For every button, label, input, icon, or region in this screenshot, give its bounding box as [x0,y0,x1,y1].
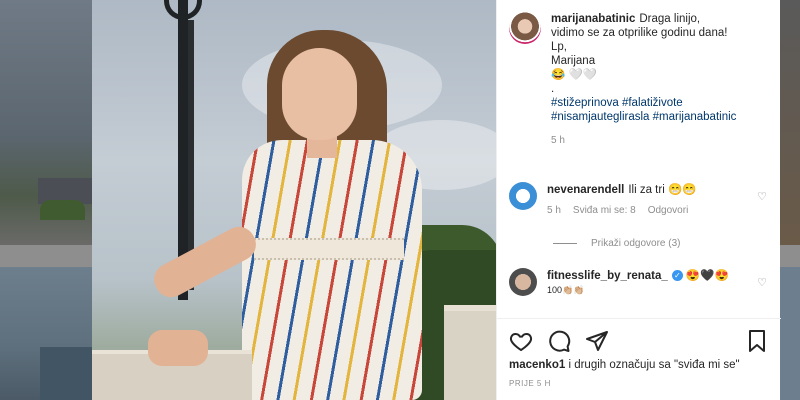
caption-line: vidimo se za otprilike godinu dana! [551,27,728,39]
comment-username[interactable]: nevenarendell [547,184,624,196]
post-photo[interactable] [92,0,496,400]
replies-line [553,243,577,244]
bookmark-icon[interactable] [745,329,769,353]
background-post-thumbnail[interactable] [0,267,92,400]
caption-line: . [551,83,555,95]
post-side-panel: marijanabatinic Draga linijo, vidimo se z… [496,0,781,400]
caption-line: 😂 🤍🤍 [551,69,598,81]
comment-text: 😍🖤😍 [685,270,729,282]
heart-icon[interactable] [509,329,533,353]
caption-line: Lp, [551,41,567,53]
thumbnail-plant [40,200,85,220]
post-timestamp[interactable]: 5 h [551,134,768,148]
post-caption-block: marijanabatinic Draga linijo, vidimo se z… [497,0,780,148]
thumbnail-sea [40,347,92,400]
caption-line: Draga linijo, [639,13,701,25]
avatar[interactable] [509,12,541,44]
comment-icon[interactable] [547,329,571,353]
woman-face [282,48,357,140]
caption: marijanabatinic Draga linijo, vidimo se z… [551,12,768,148]
comment-username[interactable]: fitnesslife_by_renata_ [547,270,668,282]
posted-ago[interactable]: PRIJE 5 H [509,379,551,388]
likes-username[interactable]: macenko1 [509,359,565,371]
view-replies-label: Prikaži odgovore (3) [591,238,681,249]
dress-lace-belt [254,238,404,260]
comment-heart-icon[interactable]: ♡ [757,276,767,289]
hashtags: #nisamjauteglirasla #marijanabatinic [551,110,768,124]
hashtag-link[interactable]: #falatiživote [622,97,683,109]
verified-badge-icon: ✓ [671,270,683,282]
comment: nevenarendell Ili za tri 😁😁 5 h Sviđa mi … [509,182,771,216]
comment-text: Ili za tri 😁😁 [628,184,697,196]
comment: fitnesslife_by_renata_ ✓ 😍🖤😍 100👏🏼👏🏼 ♡ [509,268,771,296]
iron-pole-ornament [164,0,202,20]
hashtag-link[interactable]: #stižeprinova [551,97,619,109]
caption-line: Marijana [551,55,596,67]
post-actions: macenko1 i drugih označuju sa "sviđa mi … [497,318,781,400]
likes-text: i drugih označuju sa "sviđa mi se" [565,359,740,371]
comment-meta: 5 h Sviđa mi se: 8 Odgovori [547,205,757,216]
woman-hand [148,330,208,366]
hashtag-link[interactable]: #marijanabatinic [653,111,737,123]
action-icons [509,329,609,353]
hashtags: #stižeprinova #falatiživote [551,96,768,110]
post-modal: marijanabatinic Draga linijo, vidimo se z… [92,0,781,400]
background-post-thumbnail[interactable] [780,267,800,400]
reply-button[interactable]: Odgovori [648,205,689,216]
hashtag-link[interactable]: #nisamjauteglirasla [551,111,649,123]
striped-dress [242,140,422,400]
avatar[interactable] [509,182,537,210]
post-username[interactable]: marijanabatinic [551,13,635,25]
comment-text: 100👏🏼👏🏼 [547,285,585,295]
background-post-thumbnail[interactable] [780,0,800,245]
view-replies[interactable]: Prikaži odgovore (3) [553,238,680,249]
background-post-thumbnail[interactable] [0,0,92,245]
avatar[interactable] [509,268,537,296]
share-icon[interactable] [585,329,609,353]
comment-timestamp[interactable]: 5 h [547,205,561,216]
comment-heart-icon[interactable]: ♡ [757,190,767,203]
comment-likes[interactable]: Sviđa mi se: 8 [573,205,636,216]
stone-pillar [444,305,496,400]
likes-summary[interactable]: macenko1 i drugih označuju sa "sviđa mi … [509,359,740,371]
